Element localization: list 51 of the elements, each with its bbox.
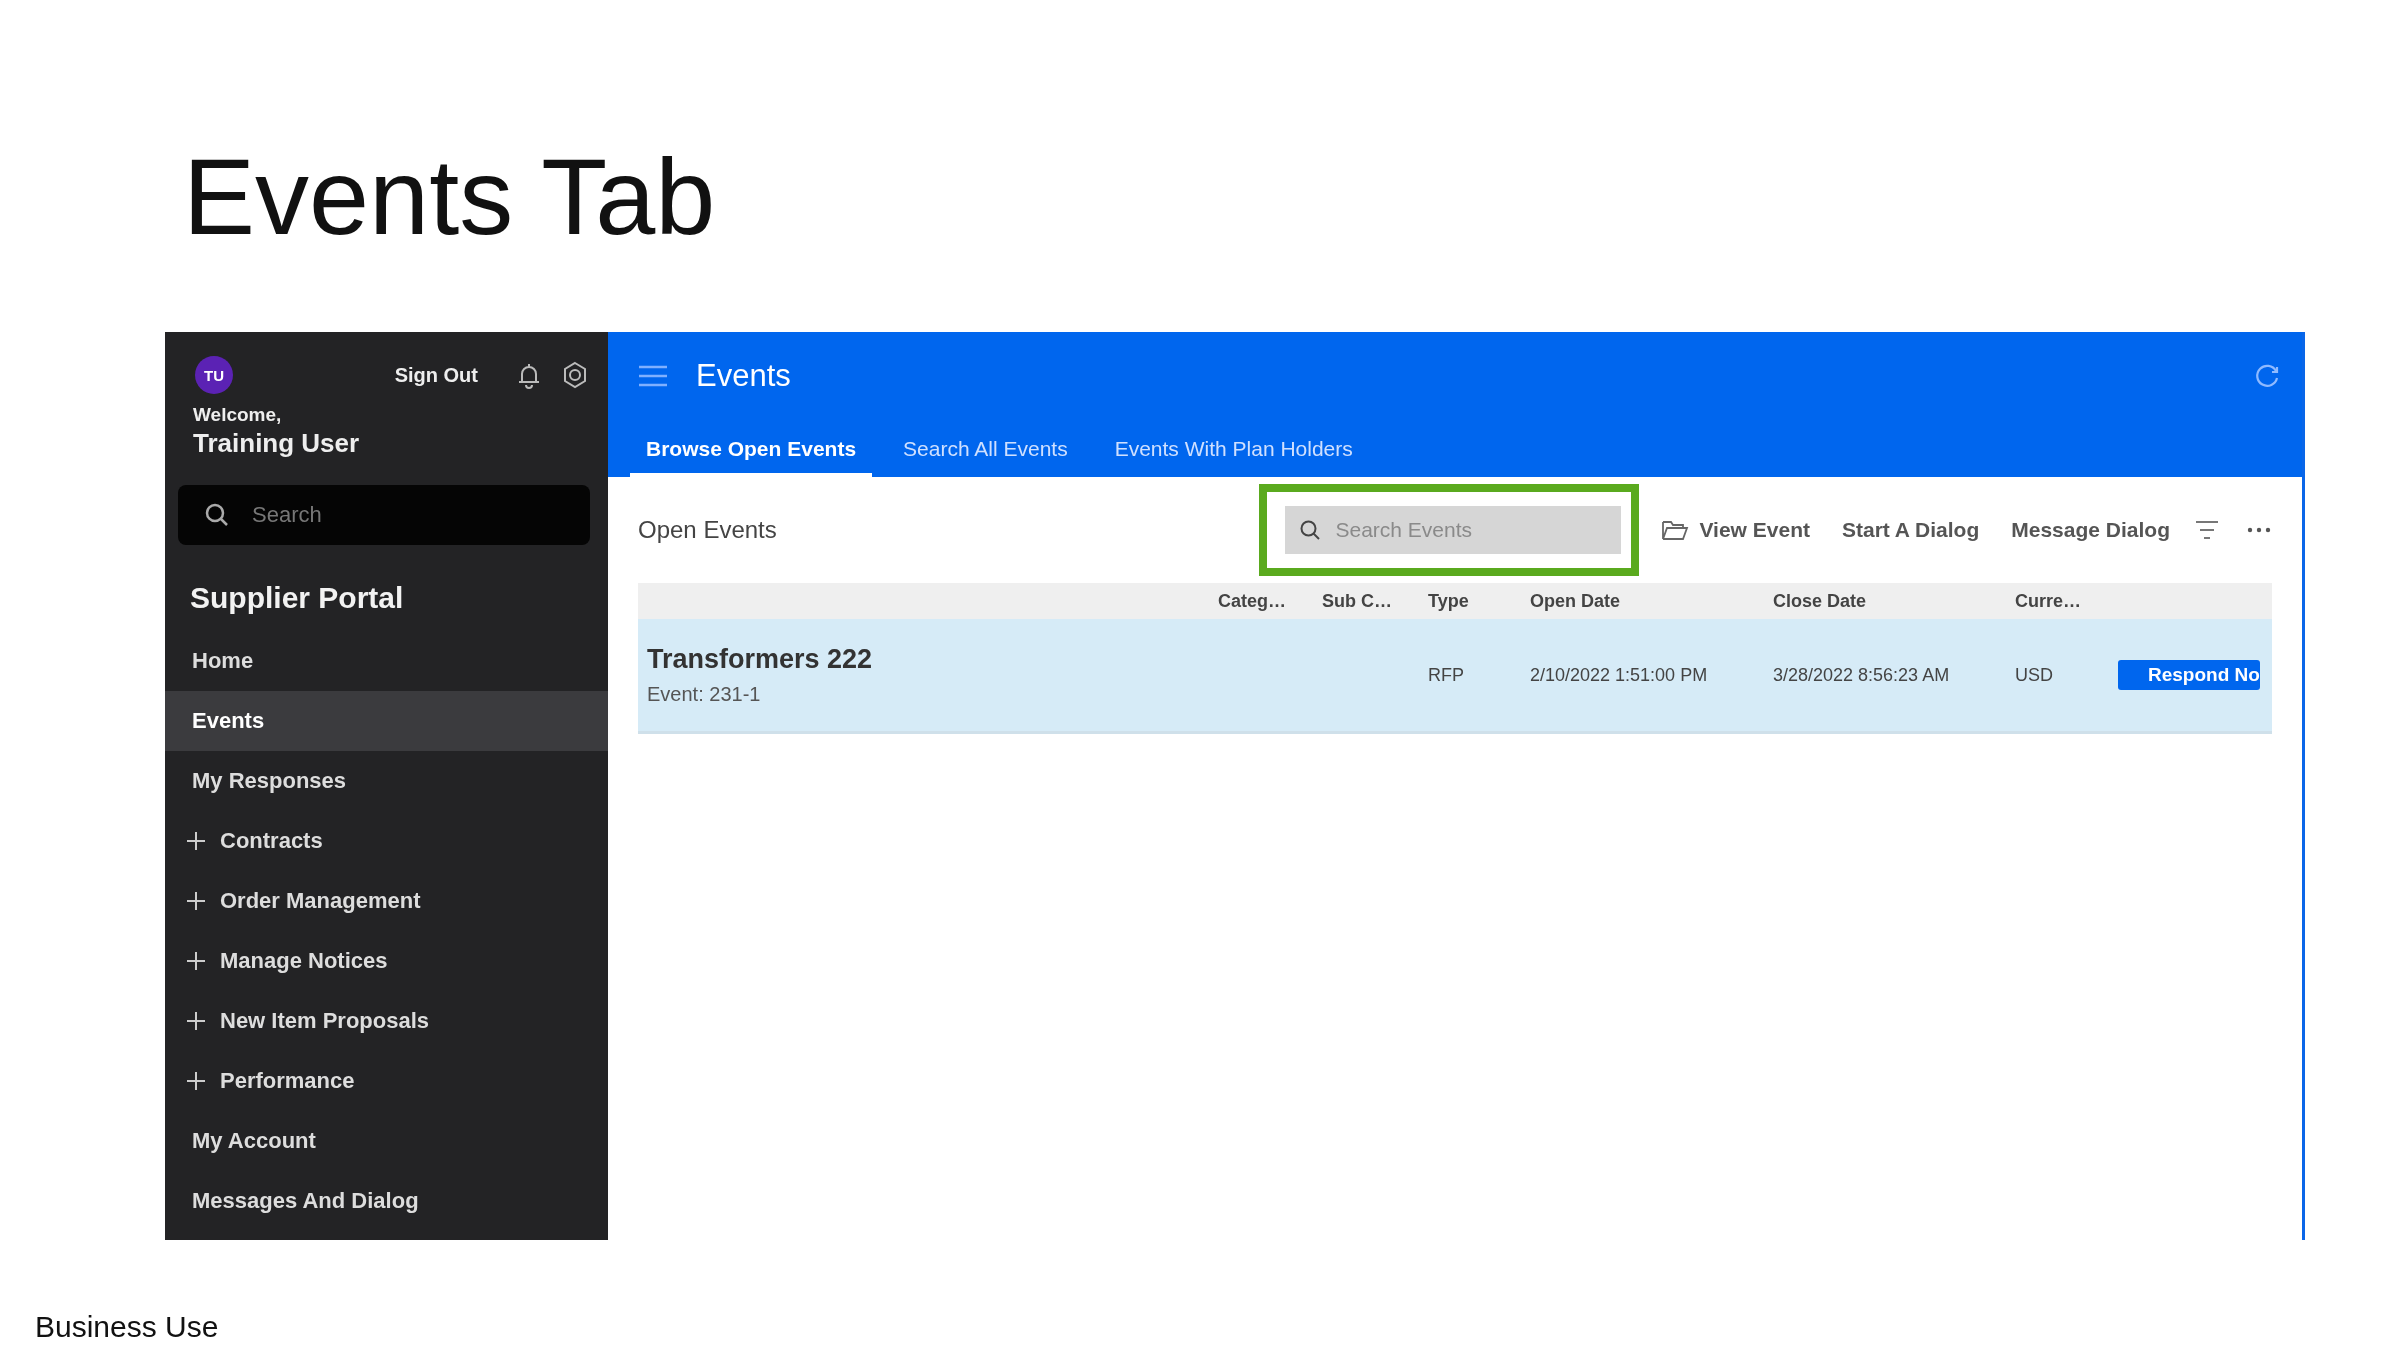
tab[interactable]: Events With Plan Holders bbox=[1098, 437, 1369, 477]
table-row[interactable]: Transformers 222 Event: 231-1 RFP 2/10/2022 1:51:00 PM 3/28/2022 8:56:23 AM USD Respond No bbox=[638, 619, 2272, 734]
nav-item[interactable]: Contracts bbox=[165, 811, 608, 871]
folder-icon bbox=[1661, 518, 1690, 542]
more-icon[interactable] bbox=[2246, 525, 2272, 535]
search-field[interactable]: Search bbox=[178, 485, 590, 545]
action-button[interactable]: Message Dialog bbox=[2011, 518, 2170, 542]
footer-text: Business Use bbox=[35, 1310, 219, 1344]
expand-icon[interactable] bbox=[185, 1070, 207, 1092]
welcome-text: Welcome, bbox=[192, 403, 283, 426]
table-cell-text: RFP bbox=[1428, 664, 1465, 686]
table-cell-text: 2/10/2022 1:51:00 PM bbox=[1530, 664, 1709, 686]
expand-icon[interactable] bbox=[185, 950, 207, 972]
column-header[interactable]: Sub C… bbox=[1322, 590, 1392, 612]
column-header[interactable]: Categ… bbox=[1218, 590, 1286, 612]
slide-title: Events Tab bbox=[182, 135, 717, 259]
column-header[interactable]: Type bbox=[1428, 590, 1469, 612]
expand-icon[interactable] bbox=[185, 1010, 207, 1032]
search-icon bbox=[204, 502, 230, 528]
nav-item[interactable]: My Account bbox=[165, 1111, 608, 1171]
nav-item[interactable]: Order Management bbox=[165, 871, 608, 931]
tab[interactable]: Search All Events bbox=[887, 437, 1084, 477]
table-cell-text: USD bbox=[2015, 664, 2054, 686]
section-heading: Open Events bbox=[638, 516, 778, 544]
expand-icon[interactable] bbox=[185, 830, 207, 852]
user-name: Training User bbox=[192, 427, 361, 459]
table-cell-text: 3/28/2022 8:56:23 AM bbox=[1773, 664, 1951, 686]
action-button[interactable]: Start A Dialog bbox=[1841, 518, 1980, 542]
sign-out-link[interactable]: Sign Out bbox=[394, 363, 478, 387]
column-header[interactable]: Open Date bbox=[1530, 590, 1621, 612]
view-event-button[interactable]: View Event bbox=[1661, 518, 1810, 542]
section-title: Supplier Portal bbox=[189, 580, 405, 616]
nav-item[interactable]: Manage Notices bbox=[165, 931, 608, 991]
tab[interactable]: Browse Open Events bbox=[630, 437, 873, 477]
respond-button[interactable]: Respond No bbox=[2118, 660, 2260, 690]
nav-item[interactable]: New Item Proposals bbox=[165, 991, 608, 1051]
search-field[interactable]: Search Events bbox=[1285, 506, 1622, 554]
nav-item[interactable]: Home bbox=[165, 631, 608, 691]
event-id: Event: 231-1 bbox=[647, 683, 762, 706]
nav-item[interactable]: My Responses bbox=[165, 751, 608, 811]
event-title: Transformers 222 bbox=[647, 644, 874, 675]
nav-item[interactable]: Events bbox=[165, 691, 608, 751]
nav-item[interactable]: Performance bbox=[165, 1051, 608, 1111]
column-header[interactable]: Curre… bbox=[2015, 590, 2081, 612]
avatar[interactable]: TU bbox=[195, 356, 233, 394]
page-title: Events bbox=[696, 358, 792, 394]
nav-item[interactable]: Messages And Dialog bbox=[165, 1171, 608, 1231]
column-header[interactable]: Close Date bbox=[1773, 590, 1867, 612]
filter-icon[interactable] bbox=[2194, 519, 2220, 541]
search-icon bbox=[1299, 519, 1322, 541]
expand-icon[interactable] bbox=[185, 890, 207, 912]
